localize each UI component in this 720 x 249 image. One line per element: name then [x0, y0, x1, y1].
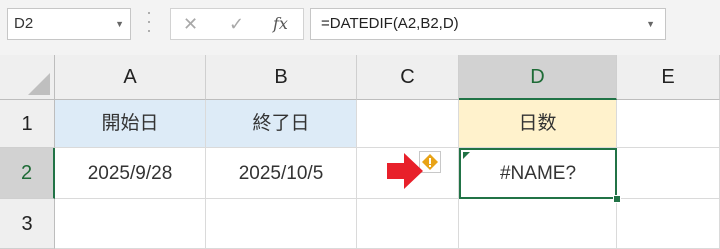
- drag-handle-icon[interactable]: [147, 12, 151, 32]
- cell-d1[interactable]: 日数: [459, 100, 617, 148]
- formula-bar-area: D2 ▼ ✕ ✓ fx =DATEDIF(A2,B2,D) ▼: [0, 0, 720, 56]
- name-box[interactable]: D2 ▼: [7, 8, 131, 40]
- fill-handle[interactable]: [613, 195, 621, 203]
- cell-e1[interactable]: [617, 100, 720, 148]
- cell-c1[interactable]: [357, 100, 459, 148]
- cell-d2-value: #NAME?: [499, 163, 577, 184]
- column-header-d[interactable]: D: [459, 55, 617, 100]
- select-all-button[interactable]: [0, 55, 55, 100]
- formula-buttons: ✕ ✓ fx: [170, 8, 304, 40]
- insert-function-button[interactable]: fx: [273, 12, 288, 36]
- red-arrow-icon: [387, 153, 423, 189]
- cell-d3[interactable]: [459, 199, 617, 249]
- cell-a2[interactable]: 2025/9/28: [55, 148, 206, 199]
- error-indicator-icon: [463, 152, 470, 159]
- column-header-c[interactable]: C: [357, 55, 459, 100]
- row-header-3[interactable]: 3: [0, 199, 55, 249]
- column-header-e[interactable]: E: [617, 55, 720, 100]
- row-header-2[interactable]: 2: [0, 148, 55, 199]
- select-all-icon: [28, 73, 50, 95]
- row-header-1[interactable]: 1: [0, 100, 55, 148]
- formula-text: =DATEDIF(A2,B2,D): [321, 15, 459, 32]
- column-header-b[interactable]: B: [206, 55, 357, 100]
- name-box-value: D2: [14, 15, 34, 32]
- check-icon[interactable]: ✓: [229, 12, 244, 36]
- cell-b2[interactable]: 2025/10/5: [206, 148, 357, 199]
- formula-input[interactable]: =DATEDIF(A2,B2,D) ▼: [310, 8, 666, 40]
- cell-e2[interactable]: [617, 148, 720, 199]
- cell-e3[interactable]: [617, 199, 720, 249]
- cell-d2-active[interactable]: #NAME?: [459, 148, 617, 199]
- column-header-a[interactable]: A: [55, 55, 206, 100]
- chevron-down-icon[interactable]: ▼: [646, 9, 655, 39]
- cell-a3[interactable]: [55, 199, 206, 249]
- worksheet-grid: A B C D E 1 2 3 開始日 終了日 日数 2025/9/28 202…: [0, 55, 720, 249]
- cell-b3[interactable]: [206, 199, 357, 249]
- cell-a1[interactable]: 開始日: [55, 100, 206, 148]
- cell-b1[interactable]: 終了日: [206, 100, 357, 148]
- chevron-down-icon[interactable]: ▼: [115, 9, 124, 39]
- cell-c3[interactable]: [357, 199, 459, 249]
- cancel-icon[interactable]: ✕: [183, 12, 198, 36]
